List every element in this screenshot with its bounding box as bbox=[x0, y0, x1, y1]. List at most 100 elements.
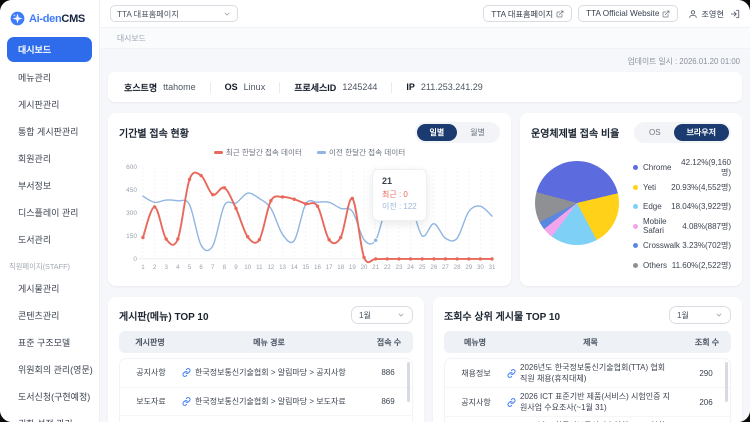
period-access-panel: 기간별 접속 현황 일별월별 최근 한달간 접속 데이터 이전 한달간 접속 데이… bbox=[108, 113, 511, 286]
svg-text:600: 600 bbox=[126, 164, 137, 171]
table-row[interactable]: 채용정보2026년도 한국정보통신기술협회(TTA) 협회 직원 채용(휴직대체… bbox=[445, 359, 730, 388]
toggle-option[interactable]: OS bbox=[636, 124, 674, 141]
table-row[interactable]: 채용정보2025년도 한국정보통신기술협회(TTA) 협회 직원 채용197 bbox=[445, 417, 730, 422]
pie-legend-item[interactable]: Others11.60%(2,522명) bbox=[633, 256, 731, 276]
svg-text:7: 7 bbox=[211, 264, 215, 271]
table-header: 게시판명메뉴 경로접속 수 bbox=[119, 331, 413, 353]
sidebar-item[interactable]: 위원회의 관리(영문) bbox=[0, 356, 99, 383]
chevron-down-icon bbox=[223, 10, 231, 18]
col-header: 메뉴명 bbox=[444, 337, 506, 348]
sidebar-item[interactable]: 회원관리 bbox=[0, 145, 99, 172]
svg-text:28: 28 bbox=[454, 264, 461, 271]
pie-legend-item[interactable]: Mobile Safari4.08%(887명) bbox=[633, 217, 731, 237]
user-menu[interactable]: 조영현 bbox=[688, 8, 724, 20]
svg-text:3: 3 bbox=[164, 264, 168, 271]
svg-text:2: 2 bbox=[153, 264, 157, 271]
svg-text:300: 300 bbox=[126, 210, 137, 217]
table-row[interactable]: 보도자료한국정보통신기술협회 > 알림마당 > 보도자료869 bbox=[120, 388, 412, 417]
legend-item[interactable]: 최근 한달간 접속 데이터 bbox=[214, 147, 302, 158]
toggle-option[interactable]: 월별 bbox=[457, 124, 498, 141]
svg-text:4: 4 bbox=[176, 264, 180, 271]
sidebar-item[interactable]: 메뉴관리 bbox=[0, 64, 99, 91]
pie-legend-item[interactable]: Chrome42.12%(9,160명) bbox=[633, 158, 731, 178]
sidebar: Ai-denCMS 대시보드메뉴관리게시판관리통합 게시판관리회원관리부서정보디… bbox=[0, 0, 100, 422]
svg-text:5: 5 bbox=[188, 264, 192, 271]
sidebar-item[interactable]: 콘텐츠관리 bbox=[0, 302, 99, 329]
svg-text:1: 1 bbox=[141, 264, 145, 271]
month-select[interactable]: 1월 bbox=[669, 306, 731, 324]
col-header: 제목 bbox=[506, 337, 683, 348]
svg-text:450: 450 bbox=[126, 187, 137, 194]
host-field: IP211.253.241.29 bbox=[406, 82, 482, 92]
sidebar-item[interactable]: 도서신청(구현예정) bbox=[0, 383, 99, 410]
pie-legend-item[interactable]: Yeti20.93%(4,552명) bbox=[633, 178, 731, 198]
scrollbar[interactable] bbox=[725, 362, 728, 402]
svg-text:22: 22 bbox=[384, 264, 391, 271]
brand-secondary: CMS bbox=[61, 13, 85, 25]
sidebar-item[interactable]: 게시물관리 bbox=[0, 275, 99, 302]
svg-text:26: 26 bbox=[430, 264, 437, 271]
table-row[interactable]: 공지사항2026 ICT 표준기반 제품(서비스) 시험인증 지원사업 수요조사… bbox=[445, 388, 730, 417]
sidebar-item[interactable]: 권한 설정 관리 bbox=[0, 410, 99, 422]
link-icon bbox=[507, 398, 516, 407]
app-window: Ai-denCMS 대시보드메뉴관리게시판관리통합 게시판관리회원관리부서정보디… bbox=[0, 0, 750, 422]
pie-legend-item[interactable]: Crosswalk3.23%(702명) bbox=[633, 236, 731, 256]
sidebar-section-label: 직원페이지(STAFF) bbox=[0, 253, 99, 275]
host-info-card: 호스트명ttahomeOSLinux프로세스ID1245244IP211.253… bbox=[108, 72, 742, 102]
external-link-icon bbox=[556, 10, 564, 18]
svg-text:24: 24 bbox=[407, 264, 414, 271]
link-icon bbox=[182, 397, 191, 406]
sidebar-item[interactable]: 표준 구조모델 bbox=[0, 329, 99, 356]
updated-at: 업데이트 일시 : 2026.01.20 01:00 bbox=[110, 56, 740, 67]
sidebar-item[interactable]: 게시판관리 bbox=[0, 91, 99, 118]
svg-text:9: 9 bbox=[234, 264, 238, 271]
table-body: 채용정보2026년도 한국정보통신기술협회(TTA) 협회 직원 채용(휴직대체… bbox=[444, 358, 731, 422]
line-chart-legend: 최근 한달간 접속 데이터 이전 한달간 접속 데이터 bbox=[119, 147, 500, 158]
panel-title: 게시판(메뉴) TOP 10 bbox=[119, 308, 209, 323]
sidebar-item[interactable]: 통합 게시판관리 bbox=[0, 118, 99, 145]
panel-title: 기간별 접속 현황 bbox=[119, 125, 189, 140]
scrollbar[interactable] bbox=[407, 362, 410, 402]
col-header: 접속 수 bbox=[365, 337, 413, 348]
sidebar-item[interactable]: 디스플레이 관리 bbox=[0, 199, 99, 226]
tooltip-line: 최근 : 0 bbox=[382, 189, 417, 201]
svg-text:20: 20 bbox=[361, 264, 368, 271]
svg-text:8: 8 bbox=[223, 264, 227, 271]
month-select[interactable]: 1월 bbox=[351, 306, 413, 324]
sidebar-item[interactable]: 도서관리 bbox=[0, 226, 99, 253]
logo[interactable]: Ai-denCMS bbox=[0, 0, 99, 35]
site-select-value: TTA 대표홈페이지 bbox=[117, 8, 179, 20]
svg-text:25: 25 bbox=[419, 264, 426, 271]
pie-chart[interactable] bbox=[535, 161, 619, 245]
chart-tooltip: 21최근 : 0이전 : 122 bbox=[372, 169, 427, 221]
tta-official-website-button[interactable]: TTA Official Website bbox=[578, 5, 678, 22]
pie-legend: Chrome42.12%(9,160명)Yeti20.93%(4,552명)Ed… bbox=[621, 158, 731, 275]
line-chart-svg: 0150300450600123456789101112131415161718… bbox=[119, 159, 499, 281]
sidebar-staff-menu: 게시물관리콘텐츠관리표준 구조모델위원회의 관리(영문)도서신청(구현예정)권한… bbox=[0, 275, 99, 422]
legend-item[interactable]: 이전 한달간 접속 데이터 bbox=[317, 147, 405, 158]
svg-text:31: 31 bbox=[489, 264, 496, 271]
table-row[interactable]: 채용정보한국정보통신기술협회 > 알림마당 > 채용정보663 bbox=[120, 416, 412, 422]
site-select[interactable]: TTA 대표홈페이지 bbox=[110, 5, 238, 22]
table-row[interactable]: 공지사항한국정보통신기술협회 > 알림마당 > 공지사항886 bbox=[120, 359, 412, 388]
panel-title: 운영체제별 접속 비율 bbox=[531, 125, 619, 140]
panel-title: 조회수 상위 게시물 TOP 10 bbox=[444, 308, 560, 323]
link-icon bbox=[182, 368, 191, 377]
brand-primary: Ai-den bbox=[29, 13, 61, 25]
logout-icon[interactable] bbox=[730, 9, 740, 19]
line-chart[interactable]: 0150300450600123456789101112131415161718… bbox=[119, 159, 500, 281]
toggle-option[interactable]: 브라우저 bbox=[674, 124, 729, 141]
table-header: 메뉴명제목조회 수 bbox=[444, 331, 731, 353]
pie-legend-item[interactable]: Edge18.04%(3,922명) bbox=[633, 197, 731, 217]
col-header: 게시판명 bbox=[119, 337, 181, 348]
svg-text:14: 14 bbox=[291, 264, 298, 271]
month-select-value: 1월 bbox=[359, 309, 371, 321]
tta-homepage-link-button[interactable]: TTA 대표홈페이지 bbox=[483, 5, 572, 22]
link-icon bbox=[507, 369, 516, 378]
sidebar-item[interactable]: 부서정보 bbox=[0, 172, 99, 199]
logo-icon bbox=[10, 11, 25, 26]
sidebar-item[interactable]: 대시보드 bbox=[7, 37, 92, 62]
toggle-option[interactable]: 일별 bbox=[417, 124, 458, 141]
tooltip-day: 21 bbox=[382, 175, 417, 189]
user-name: 조영현 bbox=[701, 8, 724, 20]
